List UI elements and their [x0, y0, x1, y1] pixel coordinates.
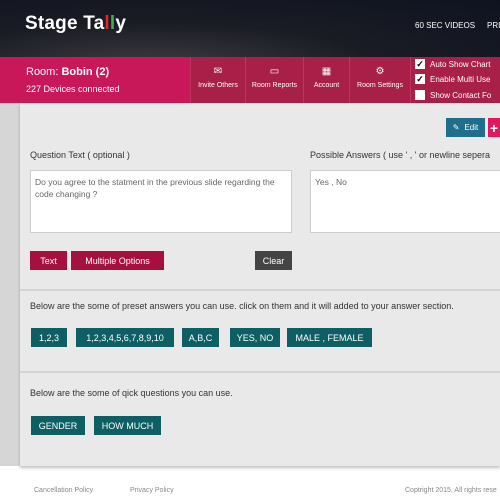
checkbox-box [415, 90, 425, 100]
nav-pricing[interactable]: PRI [487, 21, 500, 30]
preset-button[interactable]: YES, NO [230, 328, 280, 347]
preset-button[interactable]: 1,2,3,4,5,6,7,8,9,10 [76, 328, 174, 347]
gears-icon: ⚙ [375, 66, 385, 77]
multiple-options-button[interactable]: Multiple Options [71, 251, 164, 270]
pencil-icon: ✎ [452, 123, 460, 132]
invite-icon: ✉ [213, 66, 223, 77]
preset-button[interactable]: MALE , FEMALE [287, 328, 372, 347]
room-title: Room: Bobin (2) [26, 66, 110, 78]
sidebar-strip [0, 103, 20, 466]
answers-textarea[interactable]: Yes , No [310, 170, 500, 233]
check-icon: ✓ [415, 74, 425, 84]
copyright: Coptright 2015, All rights rese [405, 487, 497, 494]
text-type-button[interactable]: Text [30, 251, 67, 270]
privacy-policy-link[interactable]: Privacy Policy [130, 487, 174, 494]
options-panel: ✓ Auto Show Chart ✓ Enable Multi Use Show … [410, 57, 500, 103]
add-button[interactable]: + [488, 118, 500, 137]
invite-others-button[interactable]: ✉ Invite Others [190, 57, 245, 103]
question-textarea[interactable]: Do you agree to the statment in the prev… [30, 170, 292, 233]
divider [20, 289, 500, 291]
room-settings-button[interactable]: ⚙ Room Settings [349, 57, 410, 103]
logo[interactable]: Stage Tally [25, 13, 126, 35]
account-button[interactable]: ▦ Account [303, 57, 349, 103]
preset-button[interactable]: 1,2,3 [31, 328, 67, 347]
divider [20, 371, 500, 373]
preset-intro: Below are the some of preset answers you… [30, 301, 454, 311]
room-reports-button[interactable]: ▭ Room Reports [245, 57, 303, 103]
question-label: Question Text ( optional ) [30, 150, 130, 160]
preset-button[interactable]: A,B,C [182, 328, 219, 347]
auto-show-chart-checkbox[interactable]: ✓ Auto Show Chart [415, 59, 490, 69]
enable-multi-use-checkbox[interactable]: ✓ Enable Multi Use [415, 74, 490, 84]
edit-button[interactable]: ✎ Edit [446, 118, 485, 137]
cancellation-policy-link[interactable]: Cancellation Policy [34, 487, 93, 494]
clear-button[interactable]: Clear [255, 251, 292, 270]
quick-question-button[interactable]: GENDER [31, 416, 85, 435]
answers-label: Possible Answers ( use ' , ' or newline … [310, 150, 491, 160]
quick-intro: Below are the some of qick questions you… [30, 388, 233, 398]
devices-connected: 227 Devices connected [26, 84, 120, 94]
building-icon: ▦ [321, 66, 332, 77]
nav-60-sec-videos[interactable]: 60 SEC VIDEOS [415, 21, 475, 30]
quick-question-button[interactable]: HOW MUCH [94, 416, 161, 435]
monitor-chart-icon: ▭ [269, 66, 280, 77]
check-icon: ✓ [415, 59, 425, 69]
show-contact-form-checkbox[interactable]: Show Contact Fo [415, 90, 491, 100]
